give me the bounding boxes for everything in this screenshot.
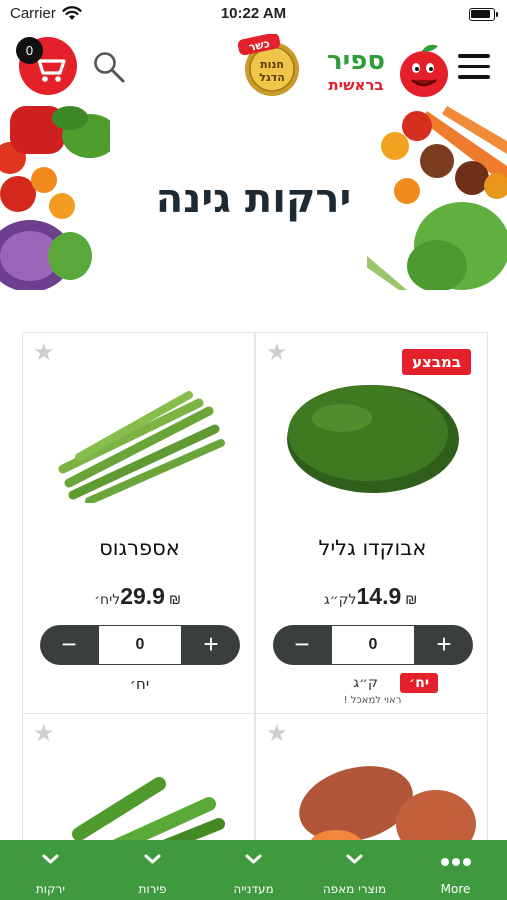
bottom-tab-bar: More מוצרי מאפה מעדנייה פירות ירקות xyxy=(0,840,507,900)
quantity-stepper: − 0 + xyxy=(273,625,473,665)
increase-button[interactable]: + xyxy=(415,625,473,665)
seal-text-2: הדגל xyxy=(259,71,285,84)
product-price: 14.9 ₪ לק״ג xyxy=(256,583,489,610)
more-dots-icon xyxy=(441,858,471,866)
price-unit: ליח׳ xyxy=(94,592,121,608)
tab-bakery[interactable]: מוצרי מאפה xyxy=(304,840,405,900)
currency-symbol: ₪ xyxy=(168,591,181,607)
tab-label: מוצרי מאפה xyxy=(322,882,387,896)
product-card[interactable]: ★ אספרגוס 29.9 ₪ ליח׳ − 0 + יח׳ xyxy=(22,332,255,714)
sale-badge: במבצע xyxy=(402,349,471,375)
product-name: אספרגוס xyxy=(99,536,180,560)
tab-label: מעדנייה xyxy=(233,882,274,896)
favorite-star-icon[interactable]: ★ xyxy=(33,341,55,365)
unit-toggle: יח׳ ק״ג xyxy=(318,673,438,697)
unit-option-selected[interactable]: יח׳ xyxy=(400,673,438,693)
decrease-button[interactable]: − xyxy=(40,625,98,665)
favorite-star-icon[interactable]: ★ xyxy=(266,341,288,365)
product-name: אבוקדו גליל xyxy=(318,536,427,560)
tab-more[interactable]: More xyxy=(405,840,506,900)
quantity-value[interactable]: 0 xyxy=(99,626,181,664)
seal-text-1: חנות xyxy=(260,58,284,71)
product-card[interactable]: ★ xyxy=(22,713,255,864)
search-icon xyxy=(94,52,125,83)
price-unit: לק״ג xyxy=(323,592,357,608)
increase-button[interactable]: + xyxy=(182,625,240,665)
quantity-value[interactable]: 0 xyxy=(332,626,414,664)
asparagus-image xyxy=(58,391,225,503)
ripeness-note: ראוי למאכל ! xyxy=(343,695,402,706)
price-value: 14.9 xyxy=(356,583,402,609)
clock: 10:22 AM xyxy=(220,5,287,22)
brand-logo[interactable]: חנות הדגל כשר ספיר בראשית xyxy=(228,32,452,100)
avocado-image xyxy=(287,385,459,493)
product-price: 29.9 ₪ ליח׳ xyxy=(23,583,256,610)
unit-option[interactable]: ק״ג xyxy=(353,675,378,691)
tab-label: פירות xyxy=(138,882,167,896)
cart-count-badge: 0 xyxy=(16,37,43,64)
favorite-star-icon[interactable]: ★ xyxy=(33,722,55,746)
product-card[interactable]: ★ xyxy=(255,713,488,854)
tab-deli[interactable]: מעדנייה xyxy=(203,840,304,900)
category-banner: ירקות גינה xyxy=(0,106,507,290)
battery-icon xyxy=(469,8,498,21)
status-bar: Carrier 10:22 AM xyxy=(0,0,507,28)
page-title: ירקות גינה xyxy=(155,176,352,222)
unit-label: יח׳ xyxy=(129,675,150,693)
tab-vegetables[interactable]: ירקות xyxy=(0,840,101,900)
hamburger-menu-icon[interactable] xyxy=(458,54,490,82)
chevron-down-icon xyxy=(346,854,363,864)
search-button[interactable] xyxy=(92,50,126,84)
quantity-stepper: − 0 + xyxy=(40,625,240,665)
tab-fruits[interactable]: פירות xyxy=(102,840,203,900)
chevron-down-icon xyxy=(144,854,161,864)
product-card[interactable]: ★ במבצע אבוקדו גליל 14.9 ₪ לק״ג − 0 + יח׳ … xyxy=(255,332,488,714)
app-header: 0 חנות הדגל כשר ספיר בראשית xyxy=(0,28,507,106)
chevron-down-icon xyxy=(245,854,262,864)
favorite-star-icon[interactable]: ★ xyxy=(266,722,288,746)
chevron-down-icon xyxy=(42,854,59,864)
tab-label: ירקות xyxy=(35,882,66,896)
decrease-button[interactable]: − xyxy=(273,625,331,665)
sweet-potato-image xyxy=(299,766,476,854)
brand-sub: בראשית xyxy=(328,76,383,94)
tab-label: More xyxy=(440,882,471,896)
currency-symbol: ₪ xyxy=(405,591,418,607)
price-value: 29.9 xyxy=(120,583,165,609)
brand-name: ספיר xyxy=(327,46,385,76)
product-grid: ★ במבצע אבוקדו גליל 14.9 ₪לק״ג − 0 + יח׳ … xyxy=(22,332,489,864)
